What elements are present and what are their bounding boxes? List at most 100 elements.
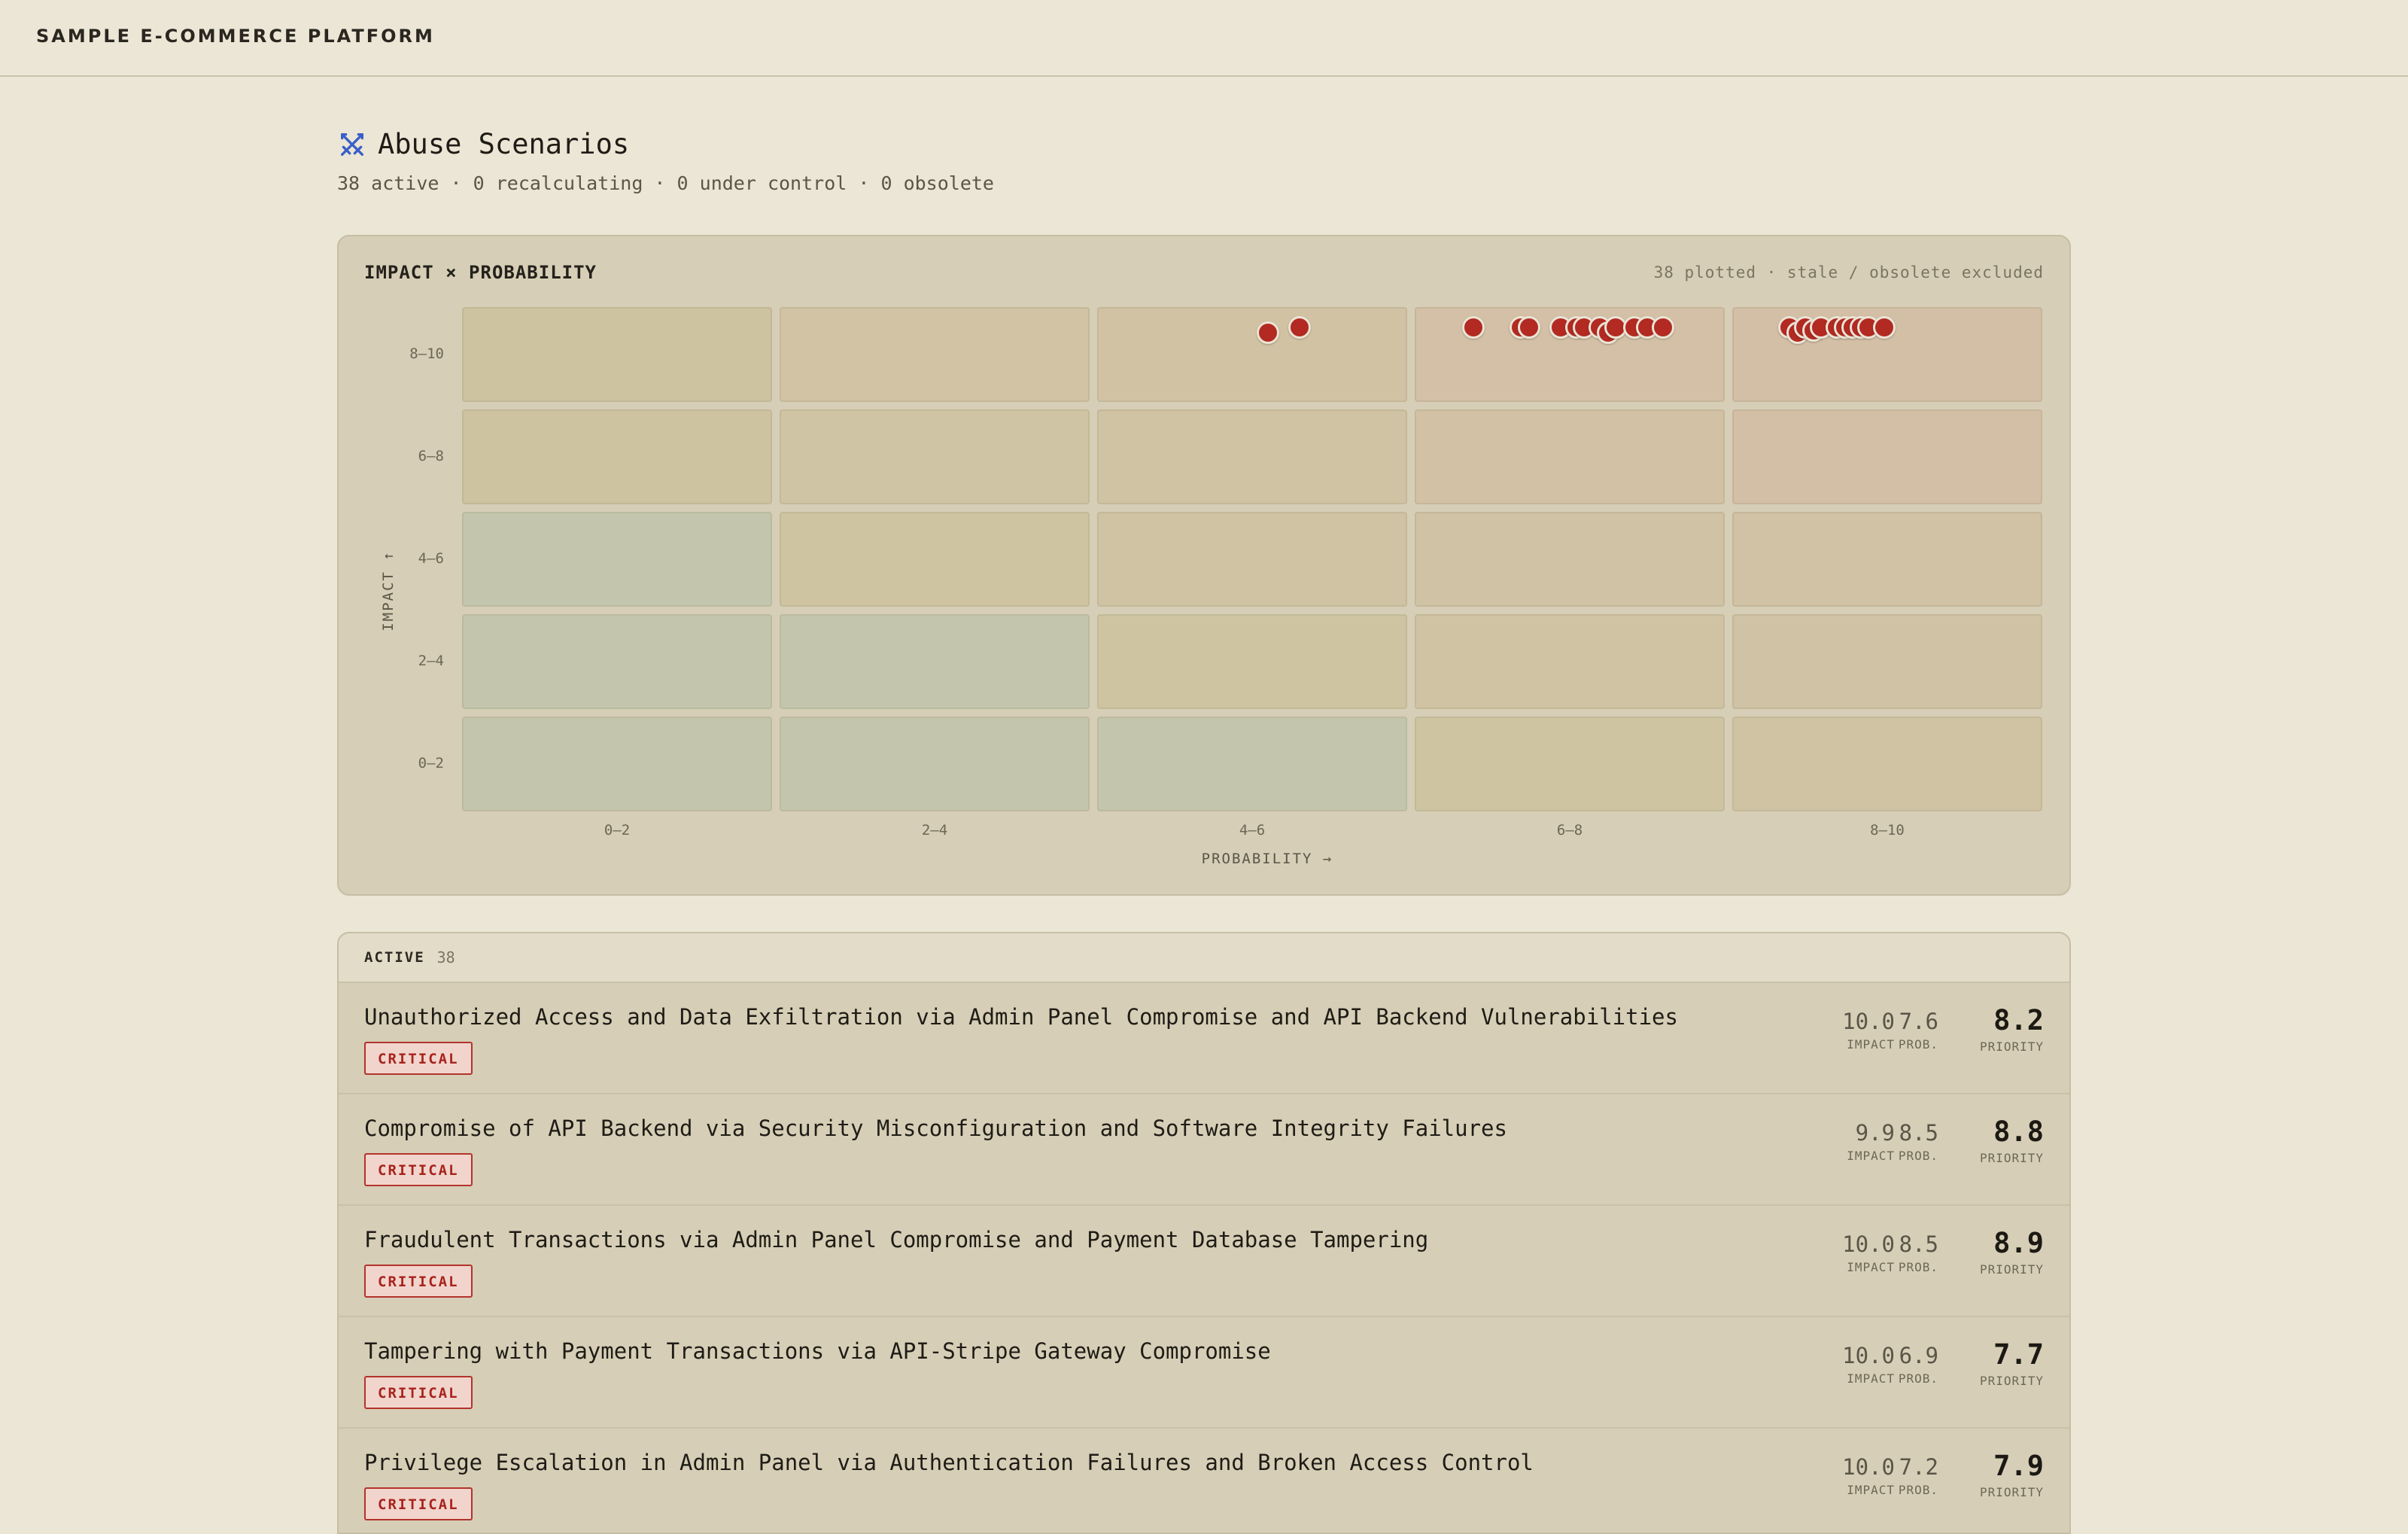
matrix-cell[interactable]: [1415, 614, 1725, 709]
swords-icon: [341, 132, 363, 156]
matrix-cell[interactable]: [462, 409, 772, 504]
scenario-row[interactable]: Fraudulent Transactions via Admin Panel …: [339, 1206, 2069, 1317]
impact-metric: 10.0 IMPACT: [1842, 1009, 1895, 1052]
scenario-row[interactable]: Unauthorized Access and Data Exfiltratio…: [339, 983, 2069, 1094]
matrix-cell[interactable]: [1097, 717, 1407, 811]
x-tick-label: 0–2: [604, 822, 631, 839]
y-tick-label: 2–4: [418, 653, 444, 669]
metric-label: PRIORITY: [1979, 1039, 2044, 1054]
matrix-title: IMPACT × PROBABILITY: [364, 262, 597, 283]
scenario-title[interactable]: Privilege Escalation in Admin Panel via …: [364, 1450, 1534, 1475]
scenario-row[interactable]: Privilege Escalation in Admin Panel via …: [339, 1429, 2069, 1532]
severity-badge: CRITICAL: [364, 1153, 473, 1186]
brand-name[interactable]: SAMPLE E-COMMERCE PLATFORM: [36, 26, 435, 47]
list-header-label: ACTIVE: [364, 949, 425, 966]
scenario-row[interactable]: Tampering with Payment Transactions via …: [339, 1317, 2069, 1429]
metric-label: PRIORITY: [1979, 1151, 2044, 1165]
metric-value: 8.2: [1993, 1004, 2044, 1036]
severity-badge: CRITICAL: [364, 1376, 473, 1409]
list-header-count: 38: [436, 948, 455, 966]
matrix-cell[interactable]: [1732, 614, 2042, 709]
severity-badge: CRITICAL: [364, 1042, 473, 1075]
probability-metric: 6.9 PROB.: [1899, 1343, 1938, 1386]
page-header: Abuse Scenarios 38 active · 0 recalculat…: [337, 128, 994, 194]
matrix-cell[interactable]: [780, 614, 1090, 709]
scenario-point[interactable]: [1517, 316, 1540, 339]
x-axis-title: PROBABILITY →: [1201, 851, 1333, 867]
matrix-cell[interactable]: [1415, 512, 1725, 607]
metric-label: PRIORITY: [1979, 1262, 2044, 1277]
metric-label: IMPACT: [1847, 1260, 1895, 1274]
matrix-cell[interactable]: [1732, 409, 2042, 504]
y-axis-title: IMPACT ↑: [380, 550, 397, 632]
metric-label: PROB.: [1898, 1149, 1938, 1163]
matrix-note: 38 plotted · stale / obsolete excluded: [1653, 263, 2044, 282]
matrix-cell[interactable]: [1097, 512, 1407, 607]
metric-label: IMPACT: [1847, 1037, 1895, 1052]
scenario-title[interactable]: Compromise of API Backend via Security M…: [364, 1115, 1507, 1141]
priority-metric: 8.2 PRIORITY: [1980, 1004, 2044, 1054]
page-title: Abuse Scenarios: [378, 128, 630, 160]
matrix-cell[interactable]: [462, 512, 772, 607]
metric-label: PRIORITY: [1979, 1485, 2044, 1499]
scenario-title[interactable]: Fraudulent Transactions via Admin Panel …: [364, 1227, 1428, 1252]
impact-metric: 10.0 IMPACT: [1842, 1231, 1895, 1274]
probability-metric: 7.2 PROB.: [1899, 1454, 1938, 1497]
y-tick-label: 8–10: [409, 345, 444, 362]
metric-label: PROB.: [1898, 1037, 1938, 1052]
metric-value: 10.0: [1842, 1343, 1895, 1368]
matrix-cell[interactable]: [1732, 512, 2042, 607]
active-scenarios-list: ACTIVE 38 Unauthorized Access and Data E…: [337, 932, 2071, 1534]
matrix-cell[interactable]: [780, 717, 1090, 811]
metric-value: 8.5: [1899, 1120, 1938, 1146]
page-subtitle: 38 active · 0 recalculating · 0 under co…: [337, 172, 994, 194]
matrix-cell[interactable]: [1097, 614, 1407, 709]
matrix-cell[interactable]: [1415, 717, 1725, 811]
metric-value: 8.5: [1899, 1231, 1938, 1257]
metric-label: IMPACT: [1847, 1371, 1895, 1386]
scenario-title[interactable]: Tampering with Payment Transactions via …: [364, 1338, 1271, 1364]
scenario-point[interactable]: [1257, 321, 1279, 345]
probability-metric: 8.5 PROB.: [1899, 1231, 1938, 1274]
metric-value: 6.9: [1899, 1343, 1938, 1368]
title-row: Abuse Scenarios: [337, 128, 994, 160]
metric-value: 8.8: [1993, 1115, 2044, 1148]
impact-metric: 10.0 IMPACT: [1842, 1343, 1895, 1386]
metric-label: IMPACT: [1847, 1483, 1895, 1497]
impact-probability-matrix: IMPACT × PROBABILITY 38 plotted · stale …: [337, 235, 2071, 896]
x-tick-label: 6–8: [1556, 822, 1583, 839]
priority-metric: 8.9 PRIORITY: [1980, 1227, 2044, 1277]
scenario-row[interactable]: Compromise of API Backend via Security M…: [339, 1094, 2069, 1206]
metric-value: 8.9: [1993, 1227, 2044, 1259]
severity-badge: CRITICAL: [364, 1265, 473, 1298]
metric-value: 9.9: [1855, 1120, 1895, 1146]
y-tick-label: 0–2: [418, 755, 444, 772]
metric-label: IMPACT: [1847, 1149, 1895, 1163]
probability-metric: 7.6 PROB.: [1899, 1009, 1938, 1052]
metric-value: 7.7: [1993, 1338, 2044, 1371]
matrix-cell[interactable]: [462, 717, 772, 811]
matrix-cell[interactable]: [462, 614, 772, 709]
matrix-cell[interactable]: [1415, 409, 1725, 504]
list-header: ACTIVE 38: [339, 933, 2069, 983]
x-tick-label: 8–10: [1870, 822, 1905, 839]
metric-value: 10.0: [1842, 1009, 1895, 1034]
matrix-cell[interactable]: [780, 307, 1090, 402]
matrix-cell[interactable]: [780, 409, 1090, 504]
metric-value: 7.9: [1993, 1450, 2044, 1482]
priority-metric: 7.7 PRIORITY: [1980, 1338, 2044, 1388]
metric-value: 10.0: [1842, 1231, 1895, 1257]
matrix-cell[interactable]: [1097, 409, 1407, 504]
matrix-cell[interactable]: [462, 307, 772, 402]
x-tick-label: 4–6: [1239, 822, 1266, 839]
matrix-cell[interactable]: [780, 512, 1090, 607]
scenario-title[interactable]: Unauthorized Access and Data Exfiltratio…: [364, 1004, 1678, 1030]
impact-metric: 10.0 IMPACT: [1842, 1454, 1895, 1497]
matrix-cell[interactable]: [1097, 307, 1407, 402]
metric-label: PROB.: [1898, 1260, 1938, 1274]
y-tick-label: 4–6: [418, 550, 444, 567]
impact-metric: 9.9 IMPACT: [1847, 1120, 1895, 1163]
metric-label: PROB.: [1898, 1483, 1938, 1497]
matrix-cell[interactable]: [1732, 717, 2042, 811]
severity-badge: CRITICAL: [364, 1487, 473, 1520]
